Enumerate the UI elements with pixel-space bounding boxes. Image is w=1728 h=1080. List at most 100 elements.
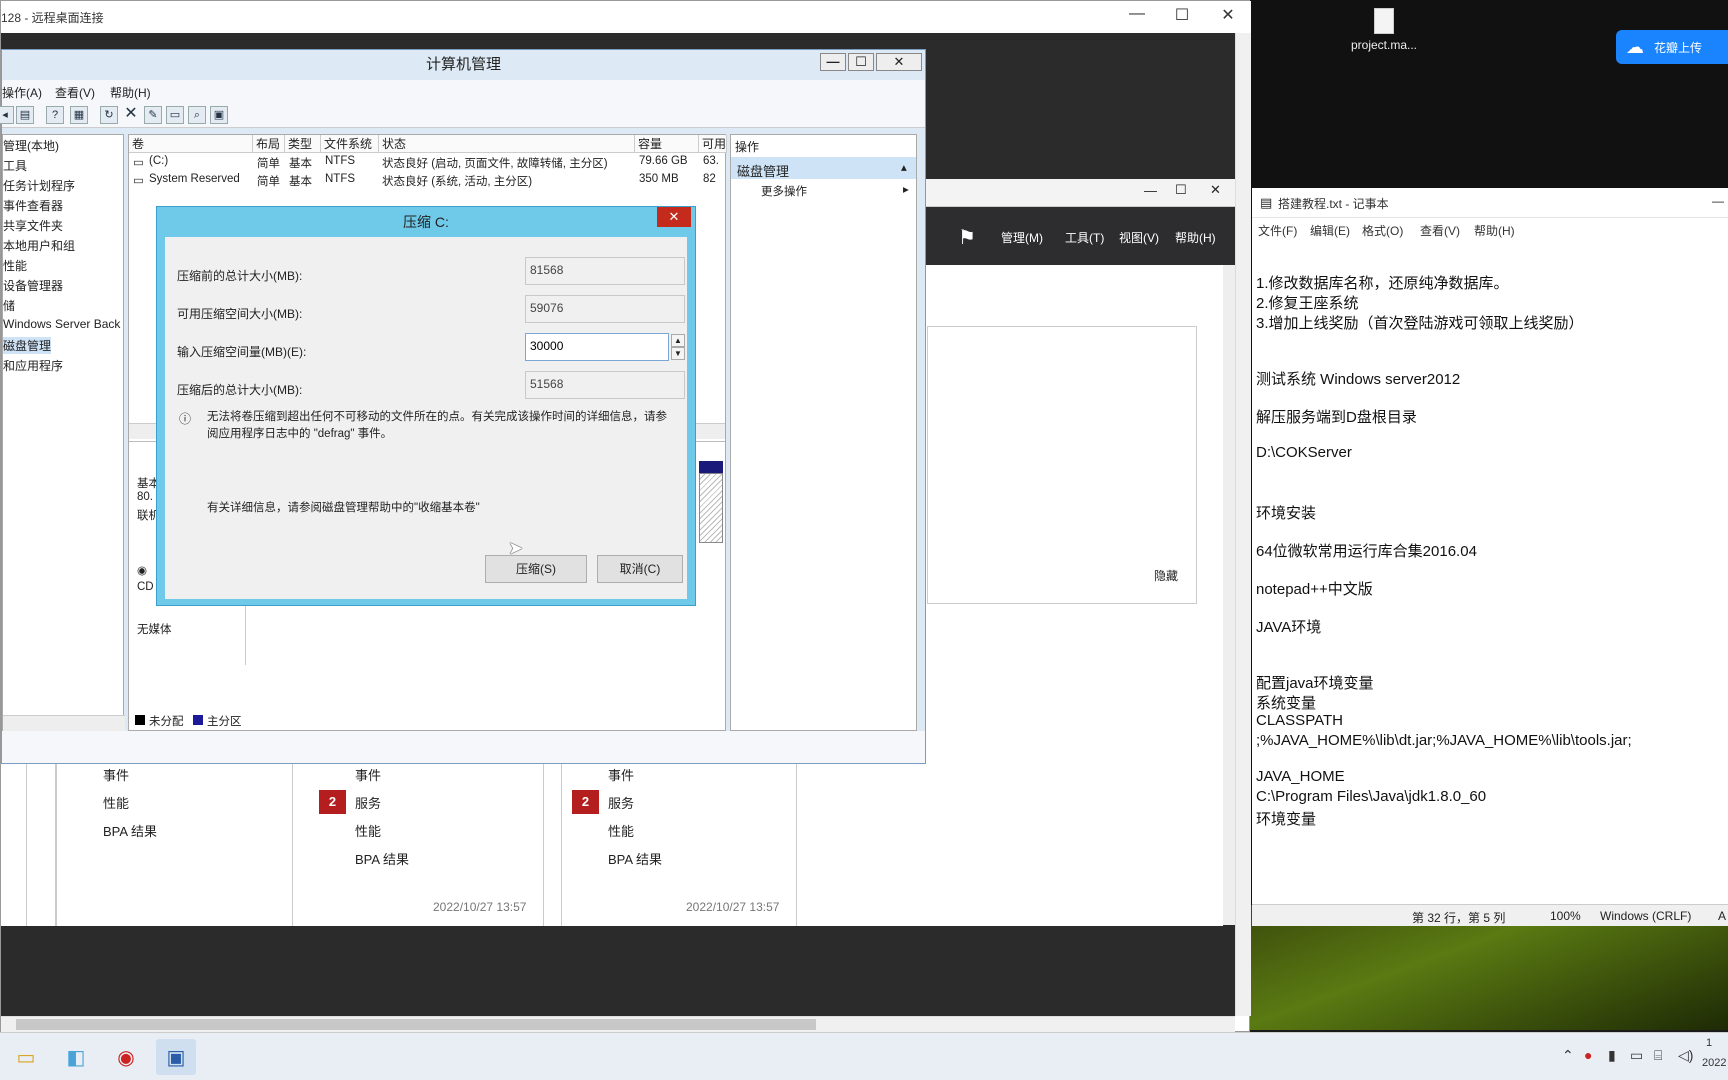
desktop-file[interactable]: project.ma... xyxy=(1336,8,1432,52)
np-line: 1.修改数据库名称，还原纯净数据库。 xyxy=(1256,275,1509,292)
cm-minimize-button[interactable]: — xyxy=(820,53,846,71)
volume-icon[interactable]: ◁) xyxy=(1678,1047,1693,1064)
col-filesystem[interactable]: 文件系统 xyxy=(321,135,379,153)
connect-icon[interactable]: ✎ xyxy=(144,106,162,124)
sm-menu-help[interactable]: 帮助(H) xyxy=(1175,229,1216,246)
np-line: 64位微软常用运行库合集2016.04 xyxy=(1256,543,1477,560)
tree-item-performance[interactable]: 性能 xyxy=(3,257,27,274)
refresh-icon[interactable]: ↻ xyxy=(100,106,118,124)
usb-icon[interactable]: ▮ xyxy=(1608,1047,1616,1064)
tile-performance-link[interactable]: 性能 xyxy=(355,821,381,840)
tree-item-device-manager[interactable]: 设备管理器 xyxy=(3,277,63,294)
dialog-note: 无法将卷压缩到超出任何不可移动的文件所在的点。有关完成该操作时间的详细信息，请参… xyxy=(207,411,667,440)
app-icon[interactable]: ◧ xyxy=(56,1039,96,1075)
rdp-close-button[interactable]: ✕ xyxy=(1205,5,1251,25)
tree-item-event-viewer[interactable]: 事件查看器 xyxy=(3,197,63,214)
shrink-amount-label: 输入压缩空间量(MB)(E): xyxy=(177,345,307,359)
row-volume[interactable]: System Reserved xyxy=(149,173,240,185)
clock-date[interactable]: 2022 xyxy=(1702,1057,1726,1069)
security-icon[interactable]: ● xyxy=(1584,1047,1592,1063)
actions-disk-management[interactable]: 磁盘管理 xyxy=(737,161,789,180)
col-free[interactable]: 可用 xyxy=(699,135,727,153)
np-menu-help[interactable]: 帮助(H) xyxy=(1474,222,1515,239)
notepad-minimize-button[interactable]: — xyxy=(1712,194,1724,208)
hide-link[interactable]: 隐藏 xyxy=(1154,567,1178,584)
cm-close-button[interactable]: ✕ xyxy=(876,53,922,71)
view-icon[interactable]: ▦ xyxy=(70,106,88,124)
sm-maximize-button[interactable]: ☐ xyxy=(1175,182,1187,198)
col-layout[interactable]: 布局 xyxy=(253,135,285,153)
notepad-text-area[interactable]: 1.修改数据库名称，还原纯净数据库。 2.修复王座系统 3.增加上线奖励（首次登… xyxy=(1252,242,1728,904)
settings-icon[interactable]: ▣ xyxy=(210,106,228,124)
tree-item-windows-backup[interactable]: Windows Server Back xyxy=(3,317,120,331)
col-capacity[interactable]: 容量 xyxy=(635,135,699,153)
remote-desktop-icon[interactable]: ▣ xyxy=(156,1039,196,1075)
tree-item-services-apps[interactable]: 和应用程序 xyxy=(3,357,63,374)
tree-item-shared-folders[interactable]: 共享文件夹 xyxy=(3,217,63,234)
tile-events-link[interactable]: 事件 xyxy=(608,765,634,784)
np-menu-edit[interactable]: 编辑(E) xyxy=(1310,222,1350,239)
spin-down-icon[interactable]: ▼ xyxy=(671,347,685,360)
np-line: 2.修复王座系统 xyxy=(1256,295,1359,312)
np-menu-view[interactable]: 查看(V) xyxy=(1420,222,1460,239)
sm-close-button[interactable]: ✕ xyxy=(1210,182,1221,198)
clock-time[interactable]: 1 xyxy=(1706,1037,1712,1049)
file-explorer-icon[interactable]: ▭ xyxy=(6,1039,46,1075)
search-icon[interactable]: ⌕ xyxy=(188,106,206,124)
network-icon[interactable]: ⌸ xyxy=(1654,1047,1662,1064)
cancel-button[interactable]: 取消(C) xyxy=(597,555,683,583)
tree-hscrollbar[interactable] xyxy=(3,715,125,731)
rdp-scroll-thumb[interactable] xyxy=(16,1019,816,1030)
tile-events-link[interactable]: 事件 xyxy=(103,765,129,784)
tree-item-root[interactable]: 管理(本地) xyxy=(3,137,59,154)
sm-vertical-scrollbar[interactable] xyxy=(1223,265,1235,925)
spin-up-icon[interactable]: ▲ xyxy=(671,334,685,347)
shrink-button[interactable]: 压缩(S) xyxy=(485,555,587,583)
rdp-maximize-button[interactable]: ☐ xyxy=(1159,5,1205,25)
back-icon[interactable]: ◂ xyxy=(0,106,14,124)
display-icon[interactable]: ▭ xyxy=(1630,1047,1643,1064)
col-type[interactable]: 类型 xyxy=(285,135,321,153)
col-volume[interactable]: 卷 xyxy=(129,135,253,153)
tree-item-local-users[interactable]: 本地用户和组 xyxy=(3,237,75,254)
flag-icon[interactable]: ⚑ xyxy=(958,225,976,250)
chevron-up-icon[interactable]: ⌃ xyxy=(1562,1047,1574,1064)
properties-icon[interactable]: ▤ xyxy=(16,106,34,124)
cm-menu-help[interactable]: 帮助(H) xyxy=(110,84,151,101)
sm-menu-view[interactable]: 视图(V) xyxy=(1119,229,1159,246)
tile-bpa-link[interactable]: BPA 结果 xyxy=(103,821,157,840)
rdp-minimize-button[interactable]: — xyxy=(1114,5,1160,23)
sm-minimize-button[interactable]: — xyxy=(1144,183,1157,198)
tile-services-link[interactable]: 服务 xyxy=(355,793,381,812)
tile-services-link[interactable]: 服务 xyxy=(608,793,634,812)
shrink-amount-input[interactable]: 30000 xyxy=(525,333,669,361)
sm-menu-manage[interactable]: 管理(M) xyxy=(1001,229,1043,246)
cm-menu-view[interactable]: 查看(V) xyxy=(55,84,95,101)
tree-item-disk-management[interactable]: 磁盘管理 xyxy=(3,337,52,354)
col-status[interactable]: 状态 xyxy=(379,135,635,153)
dialog-close-button[interactable]: ✕ xyxy=(657,207,691,227)
rdp-vertical-scrollbar[interactable] xyxy=(1235,33,1251,1016)
browser-icon[interactable]: ◉ xyxy=(106,1039,146,1075)
tile-events-link[interactable]: 事件 xyxy=(355,765,381,784)
tile-bpa-link[interactable]: BPA 结果 xyxy=(608,849,662,868)
tree-item-tools[interactable]: 工具 xyxy=(3,157,27,174)
sm-menu-tools[interactable]: 工具(T) xyxy=(1065,229,1104,246)
actions-more[interactable]: 更多操作 xyxy=(761,183,807,199)
open-icon[interactable]: ▭ xyxy=(166,106,184,124)
tile-performance-link[interactable]: 性能 xyxy=(608,821,634,840)
delete-icon[interactable]: ✕ xyxy=(122,106,140,124)
np-menu-file[interactable]: 文件(F) xyxy=(1258,222,1297,239)
upload-button[interactable]: ☁ 花瓣上传 xyxy=(1616,30,1728,64)
np-menu-format[interactable]: 格式(O) xyxy=(1362,222,1403,239)
tile-bpa-link[interactable]: BPA 结果 xyxy=(355,849,409,868)
tree-item-storage[interactable]: 储 xyxy=(3,297,15,314)
partition-block[interactable] xyxy=(699,473,723,543)
help-icon[interactable]: ? xyxy=(46,106,64,124)
cm-menu-action[interactable]: 操作(A) xyxy=(2,84,42,101)
row-volume[interactable]: (C:) xyxy=(149,155,168,167)
tree-item-task-scheduler[interactable]: 任务计划程序 xyxy=(3,177,75,194)
collapse-icon[interactable]: ▴ xyxy=(901,160,907,174)
tile-performance-link[interactable]: 性能 xyxy=(103,793,129,812)
cm-maximize-button[interactable]: ☐ xyxy=(848,53,874,71)
